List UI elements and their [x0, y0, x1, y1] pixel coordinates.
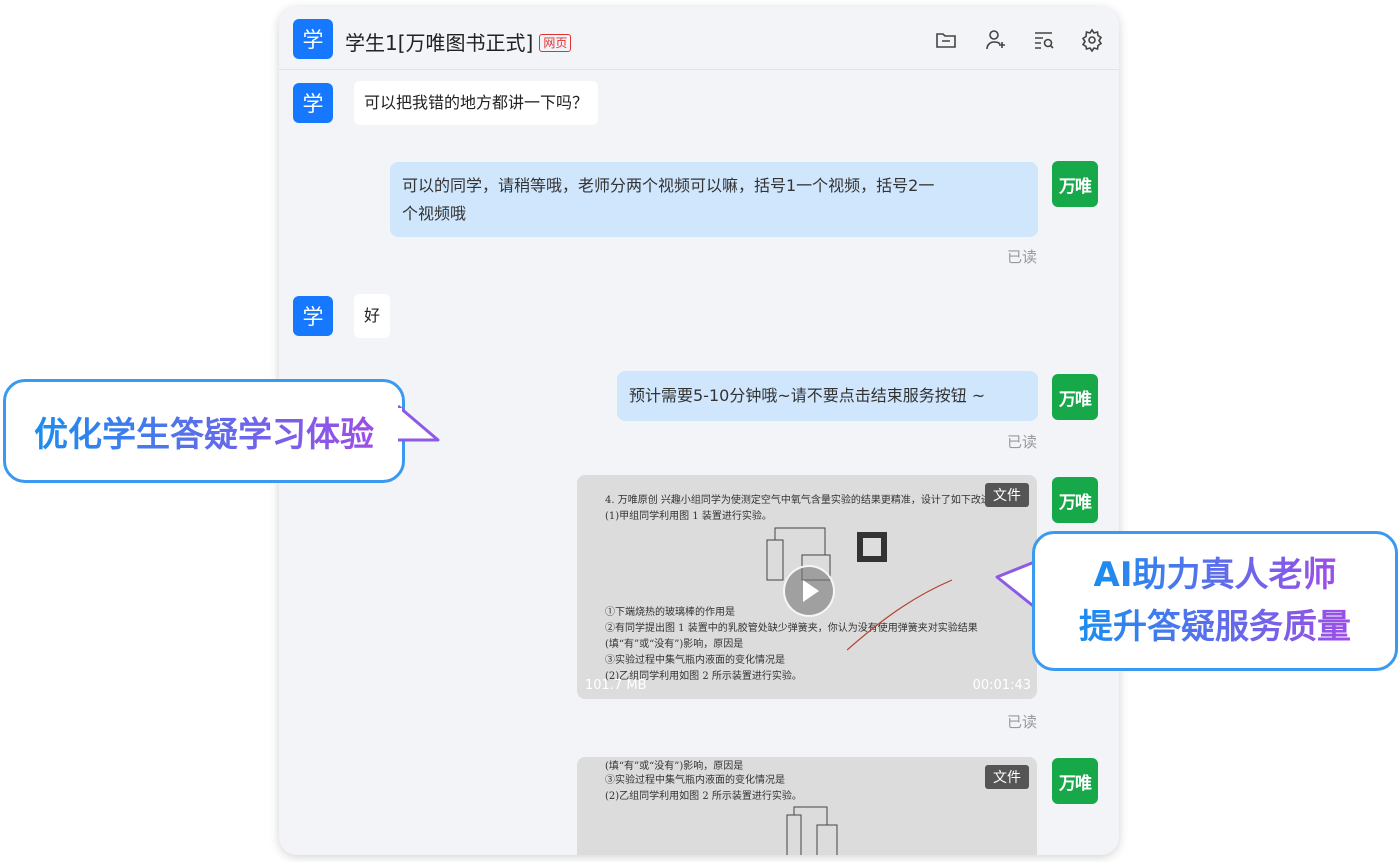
teacher-avatar[interactable]: 万唯	[1052, 758, 1098, 804]
teacher-avatar[interactable]: 万唯	[1052, 374, 1098, 420]
chat-title: 学生1[万唯图书正式] 网页	[345, 27, 572, 56]
sheet-text: (填“有”或“没有”)影响，原因是	[605, 761, 744, 772]
chat-title-text: 学生1[万唯图书正式]	[345, 31, 534, 55]
video-duration: 00:01:43	[972, 678, 1031, 693]
handwriting-stroke	[847, 579, 953, 651]
sheet-text: ③实验过程中集气瓶内液面的变化情况是	[605, 775, 785, 786]
file-tag: 文件	[985, 765, 1029, 789]
sheet-text: 4. 万唯原创 兴趣小组同学为使测定空气中氧气含量实验的结果更精准，设计了如下改…	[605, 495, 1011, 506]
play-icon[interactable]	[783, 565, 835, 617]
callout-right: AI助力真人老师 提升答疑服务质量	[1032, 531, 1398, 671]
student-avatar[interactable]: 学	[293, 83, 333, 123]
callout-left-pointer	[398, 404, 440, 442]
message-bubble[interactable]: 可以的同学，请稍等哦，老师分两个视频可以嘛，括号1一个视频，括号2一 个视频哦	[390, 162, 1038, 237]
sheet-text: ①下端烧热的玻璃棒的作用是	[605, 607, 735, 618]
callout-left-text: 优化学生答疑学习体验	[34, 407, 374, 456]
read-status: 已读	[1006, 248, 1037, 266]
callout-left: 优化学生答疑学习体验	[3, 379, 405, 483]
read-status: 已读	[1006, 433, 1037, 451]
callout-right-line2: 提升答疑服务质量	[1079, 601, 1351, 653]
student-avatar[interactable]: 学	[293, 296, 333, 336]
settings-icon[interactable]	[1080, 28, 1104, 53]
file-tag: 文件	[985, 483, 1029, 507]
chat-header: 学 学生1[万唯图书正式] 网页	[279, 7, 1119, 70]
teacher-avatar[interactable]: 万唯	[1052, 477, 1098, 523]
folder-icon[interactable]	[934, 28, 958, 52]
header-avatar[interactable]: 学	[293, 19, 333, 59]
message-bubble[interactable]: 可以把我错的地方都讲一下吗？	[354, 81, 599, 125]
search-list-icon[interactable]	[1032, 28, 1056, 52]
video-message[interactable]: (填“有”或“没有”)影响，原因是 ③实验过程中集气瓶内液面的变化情况是 (2)…	[577, 757, 1037, 855]
message-text: 个视频哦	[402, 204, 467, 223]
apparatus-figure	[786, 806, 838, 855]
sheet-text: (填“有”或“没有”)影响，原因是	[605, 639, 744, 650]
read-status: 已读	[1006, 713, 1037, 731]
callout-right-line1: AI助力真人老师	[1094, 549, 1337, 601]
sheet-text: (2)乙组同学利用如图 2 所示装置进行实验。	[605, 791, 802, 802]
sheet-text: ③实验过程中集气瓶内液面的变化情况是	[605, 655, 785, 666]
message-text: 可以的同学，请稍等哦，老师分两个视频可以嘛，括号1一个视频，括号2一	[402, 176, 935, 195]
message-bubble[interactable]: 预计需要5-10分钟哦~请不要点击结束服务按钮 ~	[617, 371, 1038, 421]
add-user-icon[interactable]	[984, 28, 1008, 52]
teacher-avatar[interactable]: 万唯	[1052, 161, 1098, 207]
video-size: 101.7 MB	[585, 678, 647, 693]
web-badge: 网页	[539, 34, 572, 52]
message-bubble[interactable]: 好	[354, 294, 391, 338]
video-message[interactable]: 4. 万唯原创 兴趣小组同学为使测定空气中氧气含量实验的结果更精准，设计了如下改…	[577, 475, 1037, 699]
